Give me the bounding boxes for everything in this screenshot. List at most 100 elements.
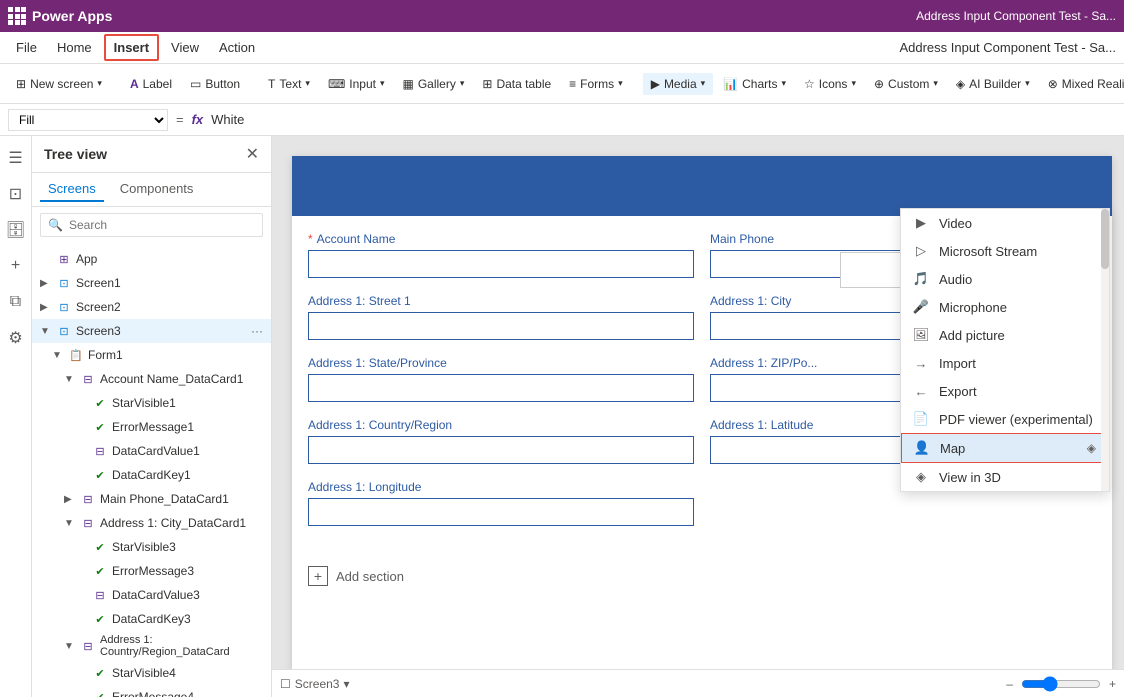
em1-label: ErrorMessage1 (112, 420, 263, 434)
tree-item-starvisible4[interactable]: ✔ StarVisible4 (32, 661, 271, 685)
text-icon: T (268, 77, 275, 91)
sidebar-screens-icon[interactable]: ⊡ (2, 180, 30, 208)
dropdown-stream[interactable]: ▷ Microsoft Stream (901, 237, 1109, 265)
toolbar-media[interactable]: ▶ Media ▾ (643, 73, 713, 95)
sv1-icon: ✔ (92, 395, 108, 411)
map-label: Map (940, 441, 965, 456)
text-label: Text (279, 77, 301, 91)
tab-screens[interactable]: Screens (40, 177, 104, 202)
form1-label: Form1 (88, 348, 263, 362)
search-wrap: 🔍 (40, 213, 263, 237)
menu-home[interactable]: Home (49, 36, 100, 59)
input-street1[interactable] (308, 312, 694, 340)
city-dc-chevron: ▼ (64, 518, 76, 529)
input-account-name[interactable] (308, 250, 694, 278)
dropdown-map[interactable]: 👤 Map ◈ (901, 433, 1109, 463)
screen3-more[interactable]: ··· (251, 324, 263, 338)
dropdown-import[interactable]: → Import (901, 349, 1109, 377)
toolbar-charts[interactable]: 📊 Charts ▾ (715, 73, 794, 95)
dropdown-scrollbar-track (1101, 209, 1109, 491)
sidebar-data-icon[interactable]: 🗄 (2, 216, 30, 244)
menu-file[interactable]: File (8, 36, 45, 59)
dropdown-add-picture[interactable]: 🖼 Add picture (901, 321, 1109, 349)
zoom-minus-button[interactable]: – (1006, 677, 1013, 691)
toolbar-new-screen[interactable]: ⊞ New screen ▾ (8, 73, 110, 95)
tree-item-city-datacard[interactable]: ▼ ⊟ Address 1: City_DataCard1 (32, 511, 271, 535)
input-longitude[interactable] (308, 498, 694, 526)
toolbar-button[interactable]: ▭ Button (182, 73, 248, 95)
button-label: Button (205, 77, 240, 91)
tree-item-starvisible3[interactable]: ✔ StarVisible3 (32, 535, 271, 559)
tree-item-datacardvalue1[interactable]: ⊟ DataCardValue1 (32, 439, 271, 463)
toolbar-text[interactable]: T Text ▾ (260, 73, 318, 95)
menu-view[interactable]: View (163, 36, 207, 59)
tree-item-country-datacard[interactable]: ▼ ⊟ Address 1: Country/Region_DataCard (32, 631, 271, 661)
dck1-label: DataCardKey1 (112, 468, 263, 482)
tree-item-account-datacard[interactable]: ▼ ⊟ Account Name_DataCard1 (32, 367, 271, 391)
toolbar-input[interactable]: ⌨ Input ▾ (320, 73, 393, 95)
toolbar-icons[interactable]: ☆ Icons ▾ (796, 73, 864, 95)
add-section-label: Add section (336, 569, 404, 584)
toolbar-datatable[interactable]: ⊞ Data table (474, 73, 559, 95)
zoom-slider[interactable] (1021, 676, 1101, 692)
toolbar-mixed-reality[interactable]: ⊗ Mixed Reality ▾ (1040, 73, 1124, 95)
custom-label: Custom (888, 77, 929, 91)
tree-item-mainphone-datacard[interactable]: ▶ ⊟ Main Phone_DataCard1 (32, 487, 271, 511)
screen1-label: Screen1 (76, 276, 263, 290)
dropdown-video[interactable]: ▶ Video (901, 209, 1109, 237)
dropdown-scrollbar-thumb[interactable] (1101, 209, 1109, 269)
tree-item-screen3[interactable]: ▼ ⊡ Screen3 ··· (32, 319, 271, 343)
toolbar-label[interactable]: A Label (122, 73, 180, 95)
toolbar-ai-builder[interactable]: ◈ AI Builder ▾ (948, 73, 1038, 95)
menu-action[interactable]: Action (211, 36, 263, 59)
dropdown-pdf-viewer[interactable]: 📄 PDF viewer (experimental) (901, 405, 1109, 433)
app-title: Power Apps (32, 8, 112, 24)
screen-indicator: ☐ Screen3 ▾ (280, 677, 350, 691)
icons-icon: ☆ (804, 77, 815, 91)
tab-components[interactable]: Components (112, 177, 202, 202)
dropdown-microphone[interactable]: 🎤 Microphone (901, 293, 1109, 321)
gallery-label: Gallery (418, 77, 456, 91)
tree-close-button[interactable]: ✕ (246, 144, 259, 164)
tree-item-form1[interactable]: ▼ 📋 Form1 (32, 343, 271, 367)
tree-item-errormessage1[interactable]: ✔ ErrorMessage1 (32, 415, 271, 439)
tree-item-datacardkey1[interactable]: ✔ DataCardKey1 (32, 463, 271, 487)
sidebar-settings-icon[interactable]: ⚙ (2, 324, 30, 352)
menu-insert[interactable]: Insert (104, 34, 159, 61)
zoom-controls: – + (1006, 676, 1116, 692)
tree-item-errormessage3[interactable]: ✔ ErrorMessage3 (32, 559, 271, 583)
zoom-plus-button[interactable]: + (1109, 677, 1116, 691)
toolbar-forms[interactable]: ≡ Forms ▾ (561, 73, 631, 95)
input-label: Input (349, 77, 376, 91)
sv4-label: StarVisible4 (112, 666, 263, 680)
mp-dc-label: Main Phone_DataCard1 (100, 492, 263, 506)
tree-item-app[interactable]: ⊞ App (32, 247, 271, 271)
property-select[interactable]: Fill (8, 109, 168, 131)
add-section-plus-button[interactable]: + (308, 566, 328, 586)
video-label: Video (939, 216, 972, 231)
sidebar-menu-icon[interactable]: ☰ (2, 144, 30, 172)
screen3-label: Screen3 (76, 324, 247, 338)
search-input[interactable] (40, 213, 263, 237)
tree-item-screen2[interactable]: ▶ ⊡ Screen2 (32, 295, 271, 319)
input-state[interactable] (308, 374, 694, 402)
import-icon: → (913, 355, 929, 371)
input-country[interactable] (308, 436, 694, 464)
tree-item-starvisible1[interactable]: ✔ StarVisible1 (32, 391, 271, 415)
sidebar-components-icon[interactable]: ⧉ (2, 288, 30, 316)
screen-checkbox-icon: ☐ (280, 677, 291, 691)
dropdown-export[interactable]: ← Export (901, 377, 1109, 405)
tree-item-datacardkey3[interactable]: ✔ DataCardKey3 (32, 607, 271, 631)
dropdown-audio[interactable]: 🎵 Audio (901, 265, 1109, 293)
tree-item-screen1[interactable]: ▶ ⊡ Screen1 (32, 271, 271, 295)
tree-item-errormessage4[interactable]: ✔ ErrorMessage4 (32, 685, 271, 697)
dropdown-view-3d[interactable]: ◈ View in 3D (901, 463, 1109, 491)
tree-item-datacardvalue3[interactable]: ⊟ DataCardValue3 (32, 583, 271, 607)
field-street1: Address 1: Street 1 (308, 294, 694, 340)
sidebar-plus-icon[interactable]: + (2, 252, 30, 280)
waffle-icon[interactable] (8, 7, 26, 25)
toolbar-custom[interactable]: ⊕ Custom ▾ (866, 73, 946, 95)
em4-icon: ✔ (92, 689, 108, 697)
toolbar-gallery[interactable]: ▦ Gallery ▾ (395, 73, 473, 95)
window-title: Address Input Component Test - Sa... (899, 40, 1116, 55)
